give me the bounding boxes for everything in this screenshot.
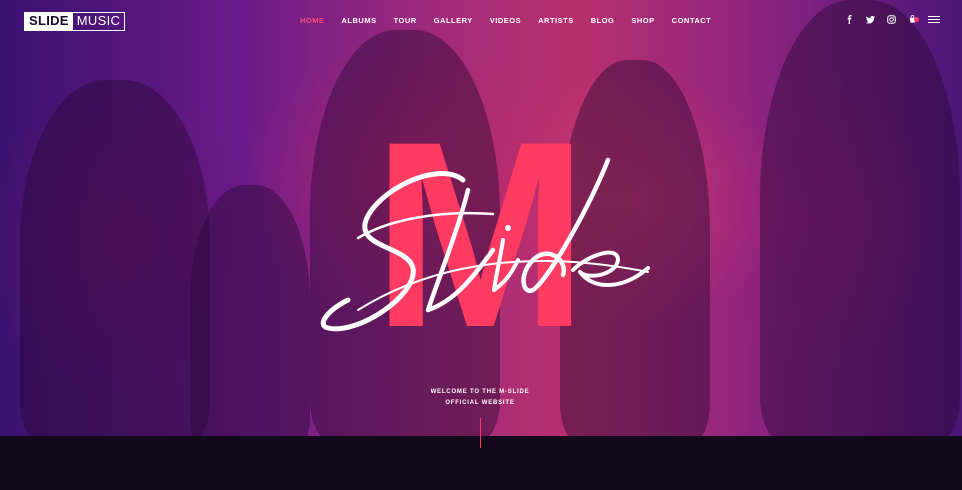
performer-silhouette <box>760 0 960 436</box>
nav-item-tour[interactable]: TOUR <box>394 16 417 25</box>
nav-item-blog[interactable]: BLOG <box>591 16 615 25</box>
cart-badge <box>914 17 919 22</box>
logo-bold-text: SLIDE <box>25 13 73 30</box>
twitter-icon[interactable] <box>865 14 875 24</box>
instagram-icon[interactable] <box>886 14 896 24</box>
hero-logo-script <box>320 157 650 332</box>
nav-item-home[interactable]: HOME <box>300 16 325 25</box>
facebook-icon[interactable] <box>844 14 854 24</box>
scroll-indicator[interactable] <box>480 418 481 448</box>
welcome-line-1: WELCOME TO THE M-SLIDE <box>430 389 530 395</box>
nav-item-videos[interactable]: VIDEOS <box>490 16 521 25</box>
nav-item-contact[interactable]: CONTACT <box>672 16 712 25</box>
next-section <box>0 418 962 490</box>
performer-silhouette <box>190 185 310 436</box>
nav-item-gallery[interactable]: GALLERY <box>434 16 473 25</box>
welcome-line-2: OFFICIAL WEBSITE <box>445 400 515 406</box>
header-actions <box>844 14 940 24</box>
logo-light-text: MUSIC <box>76 13 121 28</box>
menu-icon[interactable] <box>928 15 940 23</box>
nav-item-artists[interactable]: ARTISTS <box>538 16 574 25</box>
performer-silhouette <box>20 80 210 436</box>
welcome-text: WELCOME TO THE M-SLIDE OFFICIAL WEBSITE <box>380 387 580 409</box>
nav-item-shop[interactable]: SHOP <box>631 16 654 25</box>
main-nav: HOME ALBUMS TOUR GALLERY VIDEOS ARTISTS … <box>300 16 728 25</box>
site-logo[interactable]: SLIDE MUSIC <box>24 12 126 31</box>
cart-icon[interactable] <box>907 14 919 24</box>
nav-item-albums[interactable]: ALBUMS <box>342 16 377 25</box>
